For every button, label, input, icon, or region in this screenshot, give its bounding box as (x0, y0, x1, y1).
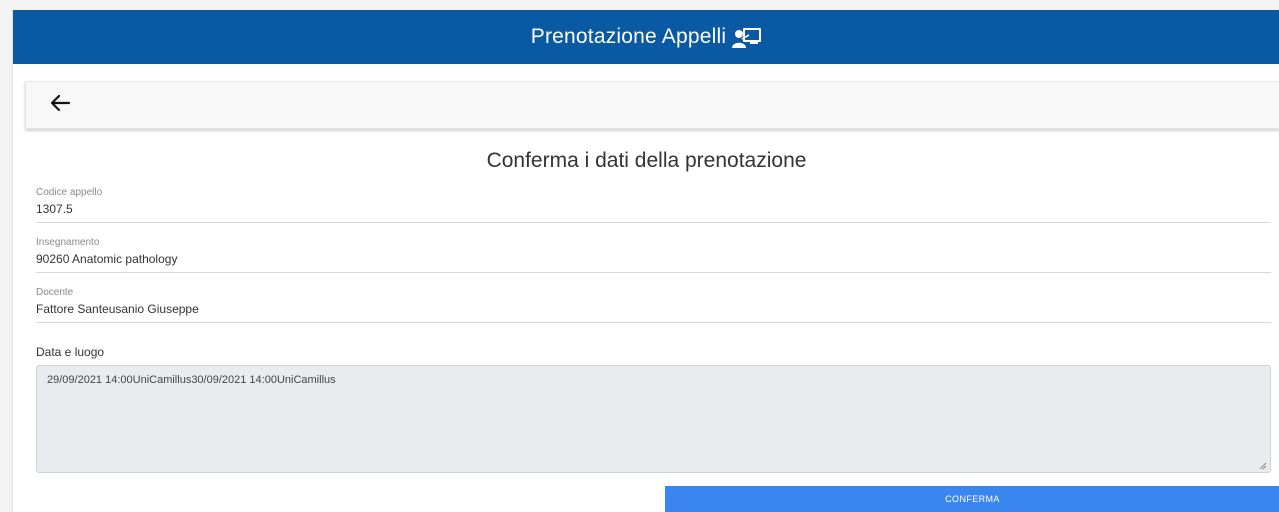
date-place-value: 29/09/2021 14:00UniCamillus30/09/2021 14… (47, 374, 336, 386)
app-title: Prenotazione Appelli (530, 25, 727, 48)
field-docente: Docente Fattore Santeusanio Giuseppe (36, 287, 1271, 323)
field-value: Fattore Santeusanio Giuseppe (36, 302, 199, 316)
field-codice-appello: Codice appello 1307.5 (36, 187, 1271, 223)
page: Prenotazione Appelli Conferma i dati del… (0, 0, 1279, 512)
field-label: Insegnamento (36, 237, 100, 248)
date-place-label: Data e luogo (36, 345, 105, 359)
field-label: Docente (36, 287, 74, 298)
field-label: Codice appello (36, 187, 103, 198)
resize-grip-icon[interactable] (1259, 461, 1267, 470)
app-header: Prenotazione Appelli (13, 10, 1279, 64)
page-title: Conferma i dati della prenotazione (486, 149, 807, 172)
confirm-button[interactable]: CONFERMA (665, 486, 1279, 512)
field-value: 1307.5 (36, 202, 73, 216)
field-value: 90260 Anatomic pathology (36, 252, 178, 266)
back-button[interactable] (46, 91, 74, 119)
field-insegnamento: Insegnamento 90260 Anatomic pathology (36, 237, 1271, 273)
toolbar (25, 81, 1279, 129)
arrow-left-icon (49, 94, 71, 117)
app-frame: Prenotazione Appelli Conferma i dati del… (12, 10, 1279, 512)
date-place-textarea[interactable]: 29/09/2021 14:00UniCamillus30/09/2021 14… (36, 365, 1271, 473)
teacher-board-icon (732, 27, 762, 49)
